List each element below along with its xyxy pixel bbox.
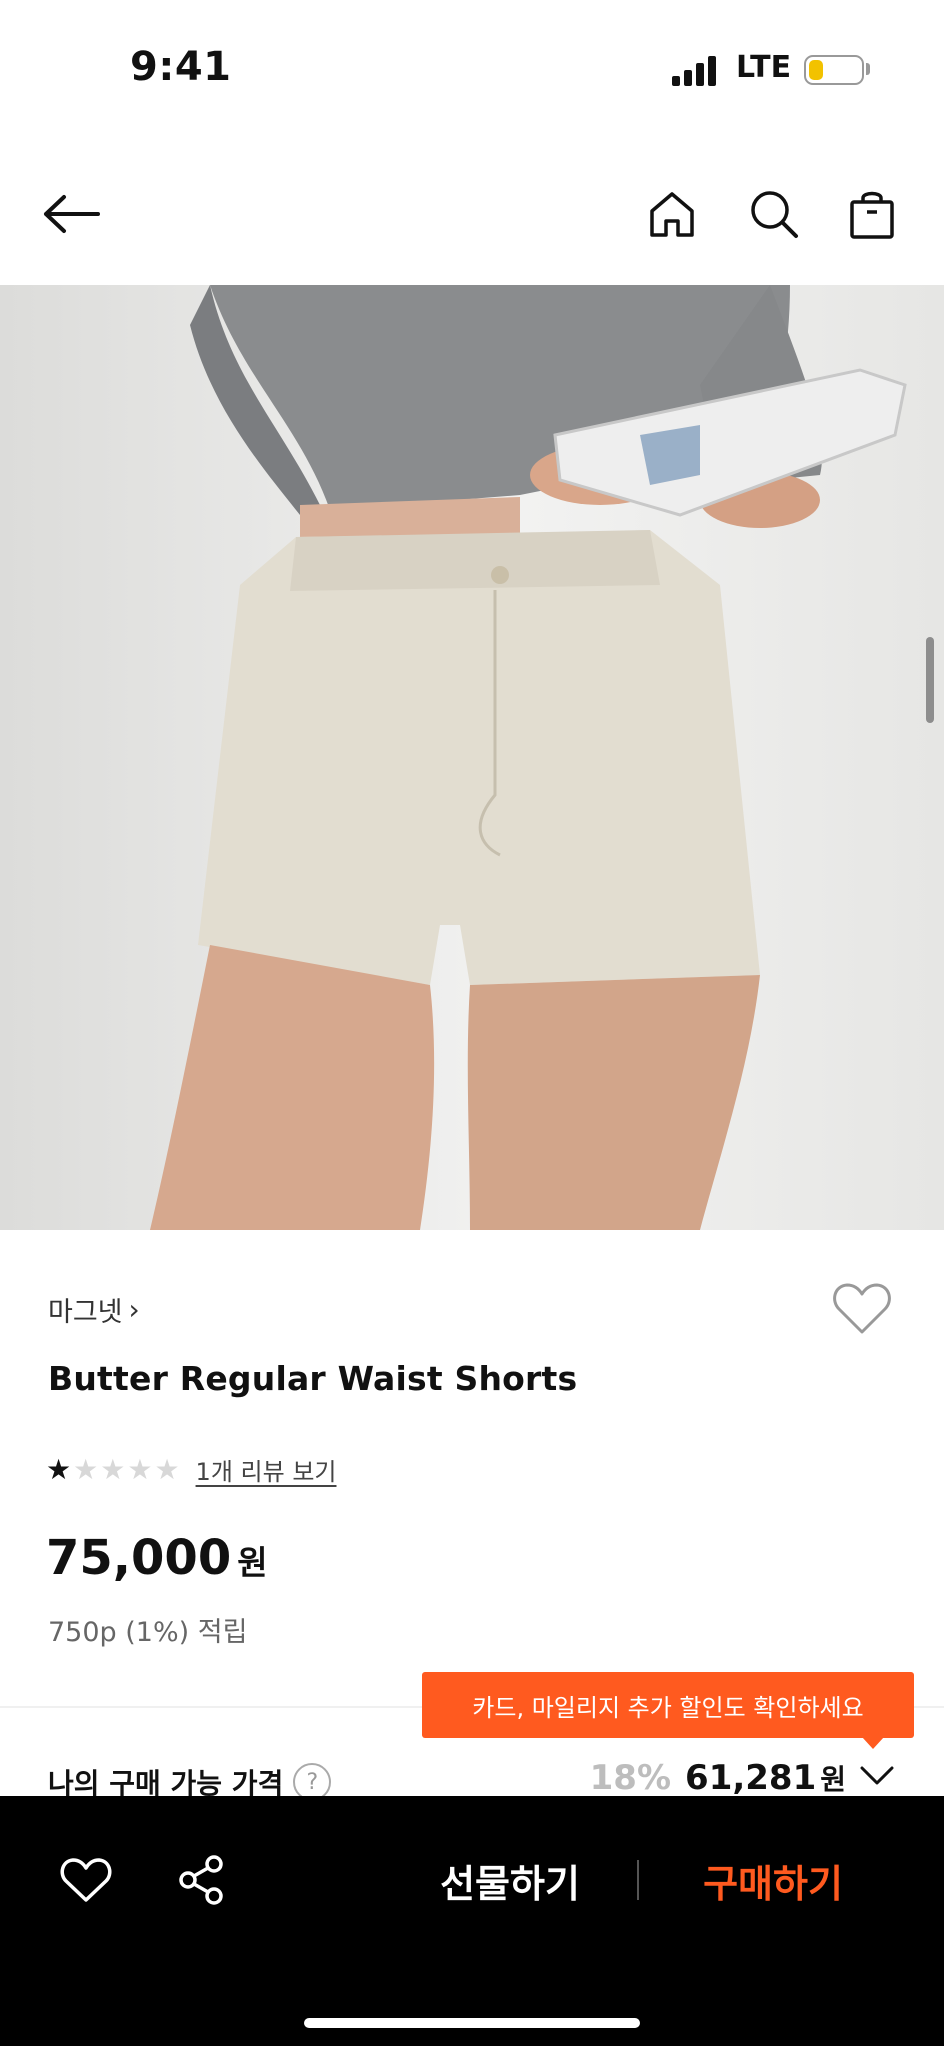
divider bbox=[637, 1860, 639, 1900]
price-unit: 원 bbox=[237, 1543, 268, 1582]
image-scroll-indicator bbox=[926, 637, 934, 723]
buy-button[interactable]: 구매하기 bbox=[668, 1852, 878, 1908]
heart-icon[interactable] bbox=[832, 1280, 892, 1336]
rating-row: ★ ★ ★ ★ ★ 1개 리뷰 보기 bbox=[46, 1452, 336, 1487]
points-info: 750p (1%) 적립 bbox=[48, 1617, 248, 1648]
price: 75,000 원 bbox=[46, 1530, 268, 1586]
sale-price-unit: 원 bbox=[820, 1763, 846, 1796]
tooltip-tail bbox=[862, 1737, 884, 1749]
share-icon[interactable] bbox=[172, 1850, 232, 1910]
star-icon: ★ bbox=[100, 1452, 126, 1486]
star-icon: ★ bbox=[154, 1452, 180, 1486]
product-image[interactable] bbox=[0, 285, 944, 1230]
sale-price: 61,281 bbox=[685, 1758, 817, 1798]
search-icon[interactable] bbox=[744, 184, 804, 244]
home-indicator bbox=[304, 2018, 640, 2028]
product-title: Butter Regular Waist Shorts bbox=[48, 1359, 578, 1398]
chevron-right-icon: › bbox=[128, 1293, 140, 1326]
review-link[interactable]: 1개 리뷰 보기 bbox=[196, 1452, 337, 1487]
star-icon: ★ bbox=[127, 1452, 153, 1486]
discount-rate: 18% bbox=[589, 1758, 672, 1798]
status-time: 9:41 bbox=[130, 44, 232, 90]
brand-link[interactable]: 마그넷 › bbox=[48, 1290, 140, 1329]
star-icon: ★ bbox=[73, 1452, 99, 1486]
battery-icon bbox=[804, 55, 864, 85]
home-icon[interactable] bbox=[642, 184, 702, 244]
top-nav bbox=[0, 140, 944, 285]
brand-name: 마그넷 bbox=[48, 1297, 123, 1328]
back-arrow-icon[interactable] bbox=[42, 184, 102, 244]
promo-tooltip[interactable]: 카드, 마일리지 추가 할인도 확인하세요 bbox=[422, 1672, 914, 1738]
price-value: 75,000 bbox=[46, 1530, 232, 1586]
gift-button[interactable]: 선물하기 bbox=[410, 1852, 610, 1908]
star-rating: ★ ★ ★ ★ ★ bbox=[46, 1452, 182, 1486]
chevron-down-icon bbox=[860, 1765, 894, 1791]
wishlist-heart-icon[interactable] bbox=[56, 1850, 116, 1910]
shopping-bag-icon[interactable] bbox=[842, 184, 902, 244]
signal-icon bbox=[672, 54, 720, 86]
my-price-toggle[interactable]: 18% 61,281 원 bbox=[590, 1758, 894, 1798]
network-label: LTE bbox=[736, 50, 792, 85]
bottom-action-bar: 선물하기 구매하기 bbox=[0, 1796, 944, 2046]
status-bar: 9:41 LTE bbox=[0, 0, 944, 140]
star-icon: ★ bbox=[46, 1452, 72, 1486]
